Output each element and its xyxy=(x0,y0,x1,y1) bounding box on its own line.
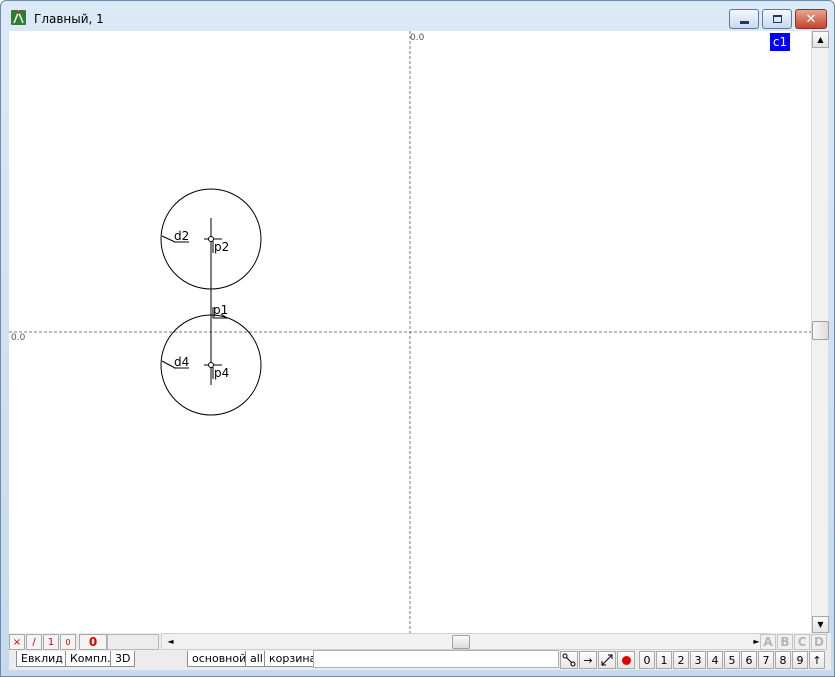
number-label: 3 xyxy=(694,653,702,667)
snap-node-button[interactable] xyxy=(560,651,578,669)
up-arrow-button[interactable]: ↑ xyxy=(809,651,825,669)
delete-button[interactable]: × xyxy=(9,634,25,650)
delete-label: × xyxy=(12,636,22,648)
layer-tab-area xyxy=(313,650,559,668)
letter-a-label: A xyxy=(763,635,773,649)
letter-a-button[interactable]: A xyxy=(760,634,776,650)
title-bar[interactable]: Главный, 1 ✕ xyxy=(1,1,834,31)
app-compass-icon xyxy=(11,9,26,25)
number-label: 4 xyxy=(711,653,719,667)
status-field xyxy=(107,634,159,650)
letter-c-label: C xyxy=(797,635,807,649)
diagonal-arrow-icon xyxy=(601,654,613,666)
scroll-down-button[interactable]: ▼ xyxy=(812,616,829,633)
layer-badge[interactable]: c1 xyxy=(770,33,790,51)
one-label: 1 xyxy=(47,636,55,648)
number-label: 5 xyxy=(728,653,736,667)
label-p4: p4 xyxy=(214,366,230,380)
main-window: Главный, 1 ✕ 0.0 0.0 d2 p2 p1 d4 p4 c1 ▲… xyxy=(0,0,835,677)
number-label: 1 xyxy=(660,653,668,667)
number-label: 6 xyxy=(745,653,753,667)
one-button[interactable]: 1 xyxy=(43,634,59,650)
horizontal-scroll-thumb[interactable] xyxy=(452,635,470,649)
record-icon xyxy=(621,655,631,665)
origin-label-y: 0.0 xyxy=(11,333,26,343)
number-button-3[interactable]: 3 xyxy=(690,651,706,669)
status-row: × ∕ 1 0 0 ◄ ► A B C D xyxy=(9,633,831,650)
horizontal-scrollbar[interactable]: ◄ ► xyxy=(161,633,766,650)
close-icon: ✕ xyxy=(805,11,817,27)
label-d2: d2 xyxy=(174,229,190,243)
number-button-9[interactable]: 9 xyxy=(792,651,808,669)
number-button-2[interactable]: 2 xyxy=(673,651,689,669)
scroll-up-button[interactable]: ▲ xyxy=(812,31,829,48)
maximize-icon xyxy=(772,15,782,23)
number-button-8[interactable]: 8 xyxy=(775,651,791,669)
number-button-1[interactable]: 1 xyxy=(656,651,672,669)
letter-b-button[interactable]: B xyxy=(777,634,793,650)
triangle-left-icon: ◄ xyxy=(167,637,174,646)
up-arrow-icon: ↑ xyxy=(812,653,822,667)
letter-b-label: B xyxy=(780,635,790,649)
arrow-right-button[interactable]: → xyxy=(579,651,597,669)
letter-d-button[interactable]: D xyxy=(811,634,827,650)
arrow-right-icon: → xyxy=(583,653,593,667)
number-label: 9 xyxy=(796,653,804,667)
tab-complex[interactable]: Компл. xyxy=(65,651,116,667)
line-mode-button[interactable]: ∕ xyxy=(26,634,42,650)
number-label: 0 xyxy=(643,653,651,667)
error-counter: 0 xyxy=(79,634,107,650)
label-d4: d4 xyxy=(174,355,190,369)
snap-node-icon xyxy=(562,653,576,667)
line-mode-label: ∕ xyxy=(32,636,36,648)
number-button-0[interactable]: 0 xyxy=(639,651,655,669)
number-button-4[interactable]: 4 xyxy=(707,651,723,669)
point-p4 xyxy=(208,362,214,368)
scroll-left-button[interactable]: ◄ xyxy=(162,633,179,650)
zero-label: 0 xyxy=(65,637,71,647)
diagonal-arrow-button[interactable] xyxy=(598,651,616,669)
letter-d-label: D xyxy=(814,635,824,649)
record-button[interactable] xyxy=(617,651,635,669)
number-label: 2 xyxy=(677,653,685,667)
letter-c-button[interactable]: C xyxy=(794,634,810,650)
vertical-scroll-thumb[interactable] xyxy=(812,321,829,340)
number-button-6[interactable]: 6 xyxy=(741,651,757,669)
number-button-5[interactable]: 5 xyxy=(724,651,740,669)
number-label: 8 xyxy=(779,653,787,667)
point-p2 xyxy=(208,236,214,242)
close-button[interactable]: ✕ xyxy=(795,9,827,29)
origin-label-x: 0.0 xyxy=(410,33,425,43)
tab-3d[interactable]: 3D xyxy=(110,651,136,667)
triangle-down-icon: ▼ xyxy=(817,620,824,629)
minimize-icon xyxy=(739,20,749,24)
number-button-7[interactable]: 7 xyxy=(758,651,774,669)
minimize-button[interactable] xyxy=(729,9,759,29)
label-p1: p1 xyxy=(213,303,229,317)
label-p2: p2 xyxy=(214,240,230,254)
tab-euclid[interactable]: Евклид xyxy=(16,651,68,667)
vertical-scrollbar[interactable]: ▲ ▼ xyxy=(811,31,829,633)
maximize-button[interactable] xyxy=(762,9,792,29)
number-label: 7 xyxy=(762,653,770,667)
triangle-right-icon: ► xyxy=(753,637,760,646)
zero-button[interactable]: 0 xyxy=(60,634,76,650)
tab-row: Евклид Компл. 3D основной all корзина → xyxy=(9,650,831,670)
tab-layer-main[interactable]: основной xyxy=(187,651,252,667)
window-title: Главный, 1 xyxy=(34,12,104,26)
triangle-up-icon: ▲ xyxy=(817,35,824,44)
geometry-drawing xyxy=(9,31,811,633)
drawing-canvas[interactable]: 0.0 0.0 d2 p2 p1 d4 p4 c1 xyxy=(9,31,811,633)
